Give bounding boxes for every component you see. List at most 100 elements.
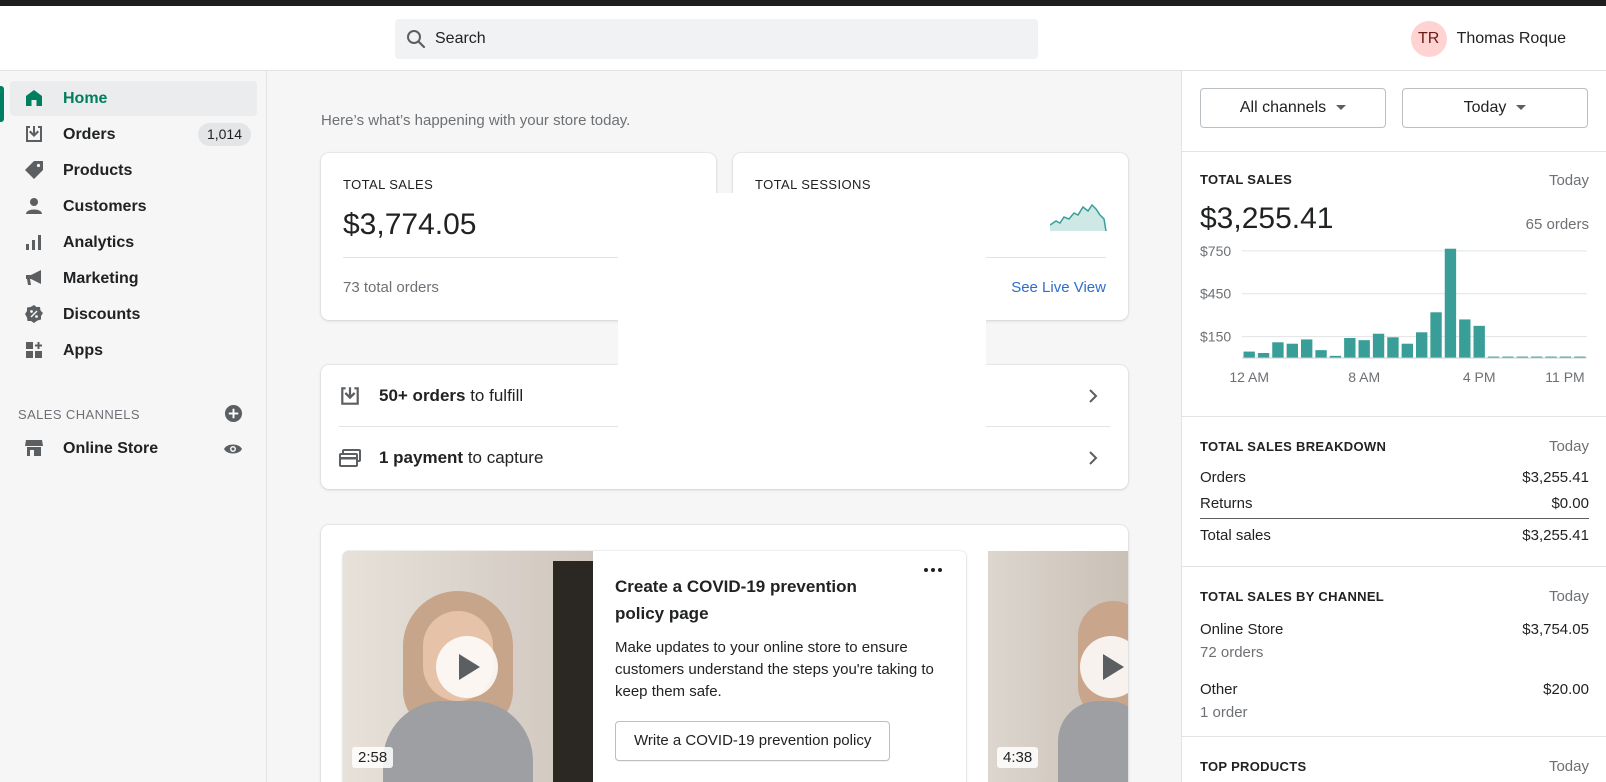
chart-bar[interactable] (1459, 319, 1471, 358)
fulfill-icon (341, 387, 359, 405)
x-tick-label: 11 PM (1545, 369, 1584, 385)
section-date: Today (1548, 438, 1589, 455)
see-live-view-link[interactable]: See Live View (1011, 279, 1106, 296)
top-products-section: TOP PRODUCTS Today (1182, 736, 1606, 782)
user-name[interactable]: Thomas Roque (1457, 30, 1566, 48)
channel-label: Online Store (1200, 621, 1284, 638)
task-payment-to-capture[interactable]: 1 payment to capture (339, 427, 1110, 489)
sales-bar-chart: $750 $450 $150 12 AM 8 AM 4 PM 11 PM (1200, 243, 1587, 385)
chart-bar[interactable] (1473, 325, 1485, 358)
chart-bar[interactable] (1430, 312, 1442, 358)
channel-orders: 1 order (1200, 704, 1248, 721)
video-card[interactable]: 2:58 Create a COVID-19 prevention policy… (343, 551, 966, 782)
channel-value: $3,754.05 (1522, 621, 1589, 638)
video-card-title: Create a COVID-19 prevention policy page (615, 577, 857, 623)
chart-bar[interactable] (1401, 343, 1413, 358)
chart-bar[interactable] (1344, 338, 1356, 358)
orders-count: 65 orders (1525, 216, 1589, 233)
sidebar-item-home[interactable]: Home (10, 81, 257, 116)
video-thumbnail[interactable]: 2:58 (343, 551, 593, 782)
play-icon (1103, 654, 1124, 680)
user-menu[interactable]: TR Thomas Roque (1410, 21, 1566, 57)
active-indicator (0, 86, 4, 122)
search-icon (407, 30, 426, 49)
y-tick-label: $750 (1200, 243, 1231, 259)
bar-chart-icon (26, 235, 41, 250)
task-text: to fulfill (465, 386, 524, 405)
chart-bar[interactable] (1444, 248, 1457, 358)
chart-bar[interactable] (1257, 353, 1270, 358)
search-input[interactable]: Search (395, 19, 1038, 59)
breakdown-label: Total sales (1200, 527, 1271, 544)
chart-bar[interactable] (1286, 343, 1298, 358)
sidebar-item-apps[interactable]: Apps (10, 333, 257, 368)
chart-bar[interactable] (1243, 351, 1255, 358)
write-policy-button[interactable]: Write a COVID-19 prevention policy (615, 721, 891, 761)
person-icon (26, 198, 42, 214)
video-thumbnail-2[interactable]: 4:38 (988, 551, 1128, 782)
date-filter-dropdown[interactable]: Today (1402, 88, 1588, 128)
channel-filter-dropdown[interactable]: All channels (1200, 88, 1386, 128)
total-sales-value: $3,255.41 (1200, 202, 1334, 235)
sidebar-item-analytics[interactable]: Analytics (10, 225, 257, 260)
tag-icon (25, 161, 43, 179)
sidebar-item-discounts[interactable]: Discounts (10, 297, 257, 332)
sidebar-item-label: Analytics (63, 233, 135, 251)
sidebar-item-label: Home (63, 89, 108, 107)
date-filter-value: Today (1463, 99, 1507, 116)
breakdown-value: $3,255.41 (1522, 527, 1589, 544)
sidebar-item-label: Orders (63, 125, 116, 143)
sidebar-item-customers[interactable]: Customers (10, 189, 257, 224)
orders-icon (26, 126, 42, 142)
top-bar: Search TR Thomas Roque (0, 6, 1606, 71)
caret-down-icon (1516, 105, 1527, 111)
search-placeholder: Search (435, 30, 486, 47)
channel-value: $20.00 (1543, 681, 1589, 698)
kpi-value: $3,774.05 (343, 208, 477, 241)
channel-filter-value: All channels (1239, 99, 1327, 116)
kpi-label: TOTAL SESSIONS (755, 177, 871, 192)
sidebar-item-products[interactable]: Products (10, 153, 257, 188)
chart-bar[interactable] (1387, 337, 1399, 358)
breakdown-label: Returns (1200, 495, 1253, 512)
chevron-right-icon (1089, 389, 1098, 403)
overlay-block (618, 193, 986, 428)
play-button[interactable] (436, 636, 498, 698)
sales-breakdown-section: TOTAL SALES BREAKDOWN Today Orders $3,25… (1182, 416, 1606, 567)
sidebar-item-orders[interactable]: Orders 1,014 (10, 117, 257, 152)
section-date: Today (1548, 758, 1589, 775)
sales-channels-title: SALES CHANNELS (18, 407, 140, 422)
chart-bar[interactable] (1372, 333, 1385, 358)
total-sales-section: TOTAL SALES Today $3,255.41 65 orders $7… (1182, 151, 1606, 417)
avatar[interactable]: TR (1410, 21, 1447, 57)
eye-icon[interactable] (223, 441, 243, 457)
payment-icon (339, 449, 361, 467)
app-page: Search TR Thomas Roque Home Orders 1,014… (0, 6, 1606, 782)
section-title: TOTAL SALES BREAKDOWN (1200, 439, 1387, 454)
sidebar-item-label: Online Store (63, 439, 159, 457)
chart-bar[interactable] (1301, 339, 1313, 358)
apps-icon (26, 342, 42, 358)
video-duration: 4:38 (997, 747, 1039, 768)
section-date: Today (1548, 172, 1589, 189)
breakdown-label: Orders (1200, 469, 1246, 486)
sidebar-item-marketing[interactable]: Marketing (10, 261, 257, 296)
video-duration: 2:58 (352, 747, 394, 768)
sidebar-item-online-store[interactable]: Online Store (10, 431, 257, 466)
x-tick-label: 4 PM (1463, 369, 1496, 385)
chart-bar[interactable] (1272, 342, 1284, 358)
chart-bar[interactable] (1315, 350, 1327, 358)
channel-orders: 72 orders (1200, 644, 1264, 661)
task-count: 1 payment (379, 448, 464, 467)
more-options-icon[interactable] (923, 565, 943, 575)
kpi-label: TOTAL SALES (343, 177, 434, 192)
section-date: Today (1548, 588, 1589, 605)
add-channel-icon[interactable] (224, 404, 243, 423)
chart-bar[interactable] (1416, 332, 1428, 358)
x-tick-label: 12 AM (1229, 369, 1269, 385)
discount-icon (25, 305, 43, 323)
x-tick-label: 8 AM (1348, 369, 1380, 385)
channel-label: Other (1200, 681, 1238, 698)
analytics-panel: All channels Today TOTAL SALES Today $3,… (1181, 71, 1606, 782)
chart-bar[interactable] (1358, 340, 1370, 358)
